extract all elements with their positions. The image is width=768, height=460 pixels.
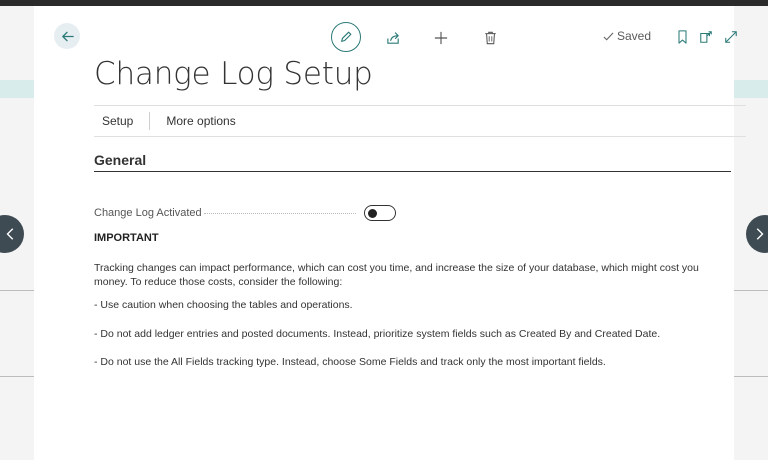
notice-bullet-1: - Use caution when choosing the tables a… (94, 299, 353, 311)
page-title: Change Log Setup (94, 56, 373, 92)
share-icon (386, 31, 399, 44)
background-highlight-right (734, 80, 768, 98)
new-button[interactable] (432, 29, 450, 47)
toggle-knob (368, 208, 377, 218)
chevron-right-icon (756, 228, 764, 240)
notice-bullet-2: - Do not add ledger entries and posted d… (94, 328, 661, 340)
saved-status: Saved (603, 29, 651, 43)
background-divider-left (0, 290, 34, 291)
share-button[interactable] (384, 29, 402, 47)
edit-button[interactable] (331, 22, 361, 52)
change-log-setup-dialog: Saved Change Log Setup Setup More option… (34, 6, 746, 460)
arrow-left-icon (61, 31, 74, 41)
bookmark-button[interactable] (674, 29, 690, 45)
trash-icon (484, 31, 496, 45)
bookmark-icon (677, 30, 687, 44)
notice-bullet-3: - Do not use the All Fields tracking typ… (94, 356, 606, 368)
delete-button[interactable] (481, 29, 499, 47)
open-new-window-icon (700, 31, 712, 43)
saved-label: Saved (617, 29, 652, 43)
expand-button[interactable] (723, 29, 739, 45)
checkmark-icon (603, 31, 614, 40)
change-log-activated-label: Change Log Activated (94, 207, 202, 219)
more-options-action[interactable]: More options (158, 114, 243, 128)
chevron-left-icon (6, 228, 14, 240)
action-bar: Setup More options (94, 105, 746, 137)
background-divider-right (734, 290, 768, 291)
pencil-icon (341, 31, 352, 42)
back-button[interactable] (54, 23, 80, 49)
section-general-header[interactable]: General (94, 152, 731, 172)
change-log-activated-toggle[interactable] (364, 205, 396, 221)
open-new-window-button[interactable] (698, 29, 714, 45)
background-highlight-left (0, 80, 34, 98)
background-divider-left-2 (0, 376, 34, 377)
expand-icon (725, 31, 737, 43)
action-separator (149, 112, 151, 130)
background-divider-right-2 (734, 376, 768, 377)
field-leader-dots (204, 213, 356, 214)
notice-intro: Tracking changes can impact performance,… (94, 262, 699, 288)
setup-action[interactable]: Setup (94, 114, 141, 128)
plus-icon (434, 31, 448, 45)
important-heading: IMPORTANT (94, 232, 159, 244)
